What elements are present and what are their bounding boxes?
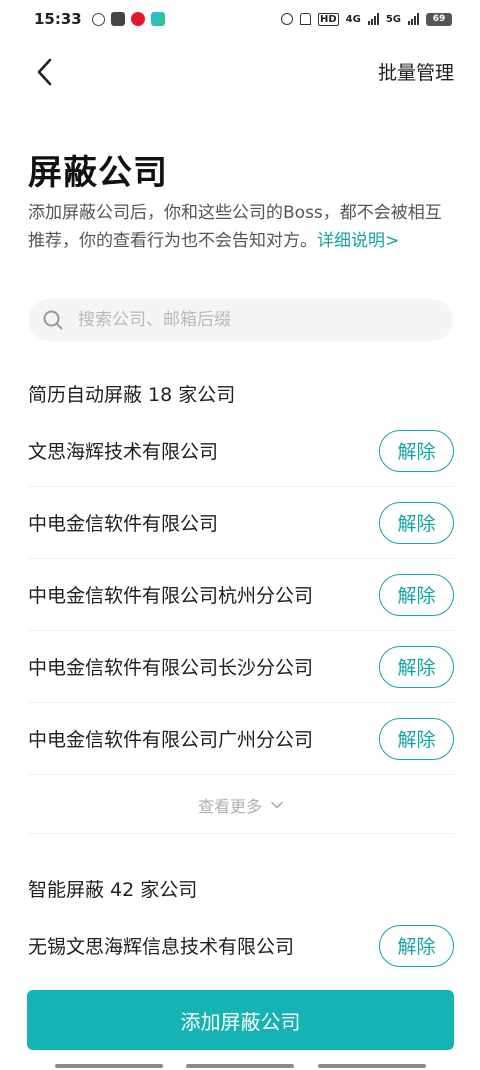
- network-4g-label: 4G: [345, 13, 361, 25]
- status-time: 15:33: [34, 10, 82, 28]
- gesture-bar-segment: [318, 1064, 426, 1068]
- k-app-icon: [91, 12, 105, 26]
- company-name: 文思海辉技术有限公司: [28, 441, 219, 463]
- gesture-bar-segment: [55, 1064, 163, 1068]
- gesture-bar-segment: [186, 1064, 294, 1068]
- mute-icon: [299, 13, 311, 25]
- resume-block-company-list: 文思海辉技术有限公司 解除 中电金信软件有限公司 解除 中电金信软件有限公司杭州…: [28, 415, 454, 775]
- view-more-button[interactable]: 查看更多: [28, 776, 454, 834]
- detail-link[interactable]: 详细说明>: [317, 231, 399, 251]
- smart-block-section-title: 智能屏蔽 42 家公司: [28, 879, 198, 901]
- company-name: 中电金信软件有限公司: [28, 513, 219, 535]
- remove-button[interactable]: 解除: [379, 645, 454, 688]
- company-row: 中电金信软件有限公司 解除: [28, 487, 454, 559]
- status-right-icons: HD 4G 5G 69: [280, 12, 452, 26]
- back-arrow-icon: [37, 58, 52, 86]
- remove-button[interactable]: 解除: [379, 429, 454, 472]
- company-name: 中电金信软件有限公司长沙分公司: [28, 657, 314, 679]
- battery-icon: 69: [426, 12, 452, 26]
- chevron-down-icon: [271, 801, 283, 808]
- remove-button[interactable]: 解除: [379, 573, 454, 616]
- network-5g-label: 5G: [385, 13, 401, 25]
- page-description: 添加屏蔽公司后，你和这些公司的Boss，都不会被相互推荐，你的查看行为也不会告知…: [28, 199, 454, 255]
- weibo-icon: [130, 12, 145, 26]
- nav-bar: 批量管理: [0, 46, 480, 98]
- batch-manage-button[interactable]: 批量管理: [378, 58, 454, 85]
- company-row: 文思海辉技术有限公司 解除: [28, 415, 454, 487]
- company-name: 中电金信软件有限公司广州分公司: [28, 729, 314, 751]
- status-notification-icons: [91, 12, 165, 26]
- remove-button[interactable]: 解除: [379, 501, 454, 544]
- search-box[interactable]: [28, 299, 453, 341]
- hd-label: HD: [317, 12, 339, 26]
- search-input[interactable]: [78, 310, 418, 330]
- remove-button[interactable]: 解除: [379, 717, 454, 760]
- mail-icon: [110, 12, 125, 26]
- view-more-label: 查看更多: [197, 796, 262, 816]
- alarm-icon: [280, 13, 293, 25]
- remove-button[interactable]: 解除: [379, 924, 454, 967]
- back-button[interactable]: [26, 54, 62, 90]
- company-name: 中电金信软件有限公司杭州分公司: [28, 585, 314, 607]
- video-app-icon: [150, 12, 165, 26]
- company-name: 无锡文思海辉信息技术有限公司: [28, 936, 295, 958]
- signal-4g-icon: [367, 13, 379, 25]
- resume-block-section-title: 简历自动屏蔽 18 家公司: [28, 384, 236, 406]
- page-title: 屏蔽公司: [28, 153, 168, 193]
- status-bar: 15:33 HD 4G 5G 69: [0, 0, 480, 38]
- search-icon: [43, 310, 63, 330]
- company-row: 中电金信软件有限公司长沙分公司 解除: [28, 631, 454, 703]
- signal-5g-icon: [408, 13, 419, 25]
- add-blocked-company-button[interactable]: 添加屏蔽公司: [27, 990, 454, 1050]
- company-row: 中电金信软件有限公司广州分公司 解除: [28, 703, 454, 775]
- company-row: 中电金信软件有限公司杭州分公司 解除: [28, 559, 454, 631]
